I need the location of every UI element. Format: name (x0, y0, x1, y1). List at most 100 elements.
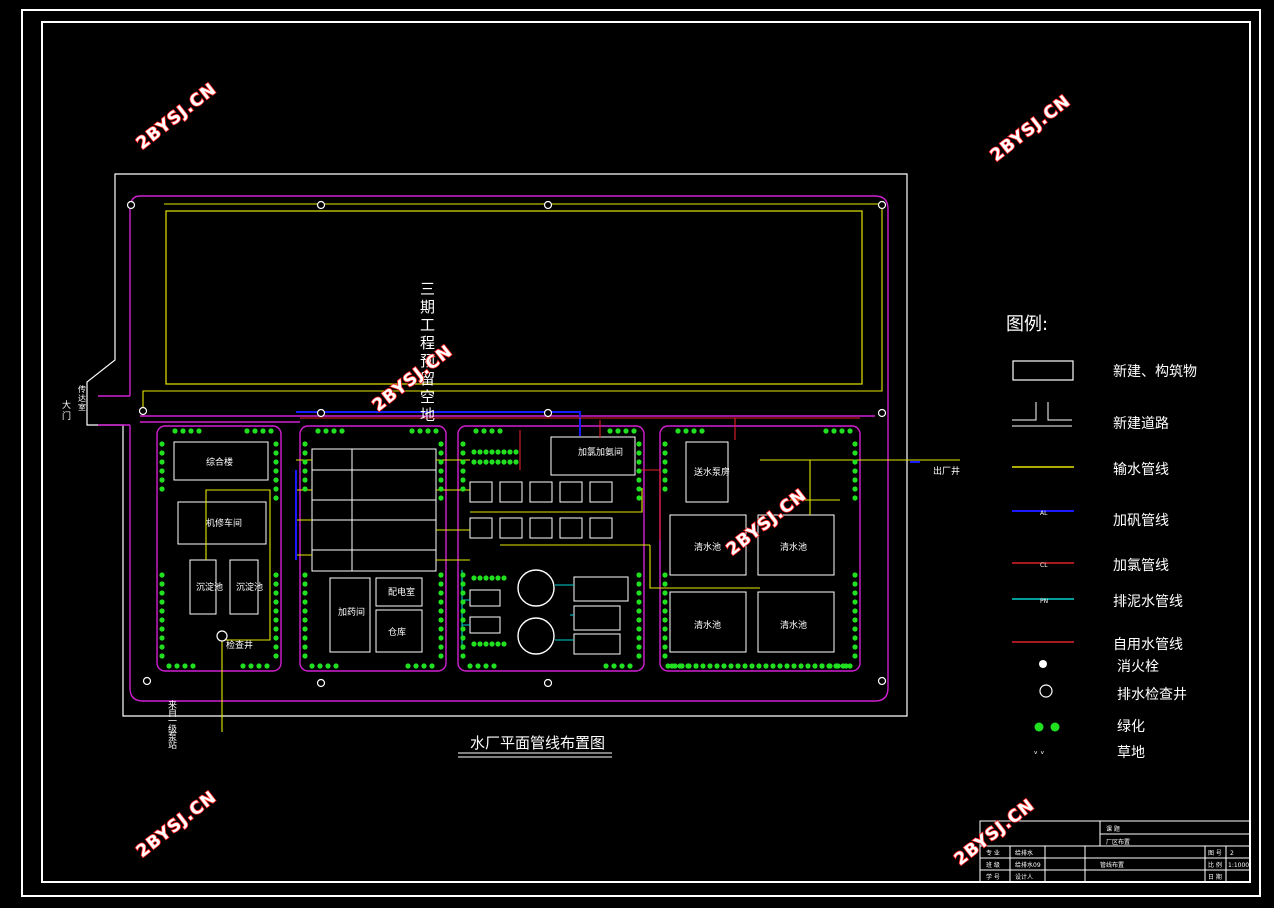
green-dot (675, 428, 681, 434)
green-dot (489, 575, 495, 581)
green-dot (438, 599, 444, 605)
green-dot (483, 459, 489, 465)
tb-scale-value: 1:1000 (1228, 862, 1249, 869)
tb-row2-b: 设计人 (1015, 873, 1033, 881)
legend-item-building: 新建、构筑物 (1113, 364, 1197, 380)
green-dot (662, 608, 668, 614)
green-dot (636, 477, 642, 483)
green-icon-2 (1050, 722, 1060, 732)
green-dot (497, 428, 503, 434)
manhole-icon (1039, 684, 1053, 698)
green-dot (662, 617, 668, 623)
green-dot (501, 575, 507, 581)
green-dot (273, 572, 279, 578)
legend-sludge-code: PN (1040, 598, 1048, 605)
green-dot (631, 428, 637, 434)
green-dot (429, 663, 435, 669)
green-dot (438, 590, 444, 596)
building-substation-label: 配电室 (388, 586, 415, 598)
green-dot (491, 663, 497, 669)
green-dot (728, 663, 734, 669)
green-dot (159, 486, 165, 492)
green-dot (483, 641, 489, 647)
reserved-area (165, 210, 863, 385)
green-dot (619, 663, 625, 669)
building-chlorine-label: 加氯加氨间 (578, 446, 623, 458)
watermark-2: 2BYSJ.CN (987, 91, 1075, 166)
green-dot (847, 663, 853, 669)
legend-building-symbol (1012, 360, 1074, 381)
green-dot (477, 449, 483, 455)
green-dot (662, 644, 668, 650)
green-dot (273, 599, 279, 605)
green-dot (763, 663, 769, 669)
green-dot (317, 663, 323, 669)
green-dot (273, 617, 279, 623)
green-dot (852, 644, 858, 650)
green-dot (707, 663, 713, 669)
green-dot (672, 663, 678, 669)
green-dot (683, 428, 689, 434)
green-dot (662, 450, 668, 456)
legend-item-sludge: 排泥水管线 (1113, 594, 1183, 610)
green-dot (188, 428, 194, 434)
drawing-canvas: 三期工程预留空地 大门 传达室 出厂井 检查井 来自一级泵站 综合楼 机修车间 … (21, 9, 1261, 897)
green-dot (196, 428, 202, 434)
green-dot (302, 644, 308, 650)
building-clear1-label: 清水池 (694, 541, 721, 553)
building-warehouse-label: 仓库 (388, 626, 406, 638)
green-dot (438, 644, 444, 650)
green-dot (460, 441, 466, 447)
legend-item-green: 绿化 (1117, 719, 1145, 735)
green-dot (686, 663, 692, 669)
green-dot (273, 590, 279, 596)
green-dot (339, 428, 345, 434)
legend-chlorine-code: CL (1040, 562, 1048, 569)
green-dot (460, 617, 466, 623)
tb-row1-b: 给排水09 (1015, 861, 1041, 869)
green-dot (662, 653, 668, 659)
green-dot (477, 575, 483, 581)
green-dot (473, 428, 479, 434)
green-dot (460, 635, 466, 641)
green-dot (471, 641, 477, 647)
green-dot (438, 477, 444, 483)
green-dot (742, 663, 748, 669)
watermark-6: 2BYSJ.CN (951, 795, 1039, 870)
green-dot (819, 663, 825, 669)
green-dot (302, 486, 308, 492)
green-dot (483, 449, 489, 455)
legend-title: 图例: (1006, 314, 1049, 335)
green-dot (302, 468, 308, 474)
green-dot (438, 617, 444, 623)
hydrant-icon (1039, 660, 1047, 668)
green-dot (662, 459, 668, 465)
green-dot (489, 459, 495, 465)
green-dot (159, 450, 165, 456)
green-dot (833, 663, 839, 669)
green-dot (421, 663, 427, 669)
green-dot (460, 468, 466, 474)
green-dot (607, 428, 613, 434)
green-dot (662, 635, 668, 641)
building-repair-label: 机修车间 (206, 517, 242, 529)
green-dot (636, 644, 642, 650)
green-dot (273, 450, 279, 456)
green-dot (460, 486, 466, 492)
green-dot (273, 626, 279, 632)
legend-item-manhole: 排水检查井 (1117, 687, 1187, 703)
green-dot (425, 428, 431, 434)
green-dot (636, 459, 642, 465)
green-dot (405, 663, 411, 669)
tb-sheet-value: 2 (1230, 850, 1234, 857)
green-dot (180, 428, 186, 434)
grass-icon: ᵥ ᵥ (1034, 747, 1045, 757)
legend-road-symbol (1012, 402, 1072, 427)
building-clear4-label: 清水池 (780, 619, 807, 631)
green-dot (273, 608, 279, 614)
legend-alum-code: AL (1040, 510, 1048, 517)
green-dot (273, 468, 279, 474)
green-dot (852, 468, 858, 474)
guard-label: 传达室 (78, 384, 86, 412)
green-dot (839, 428, 845, 434)
